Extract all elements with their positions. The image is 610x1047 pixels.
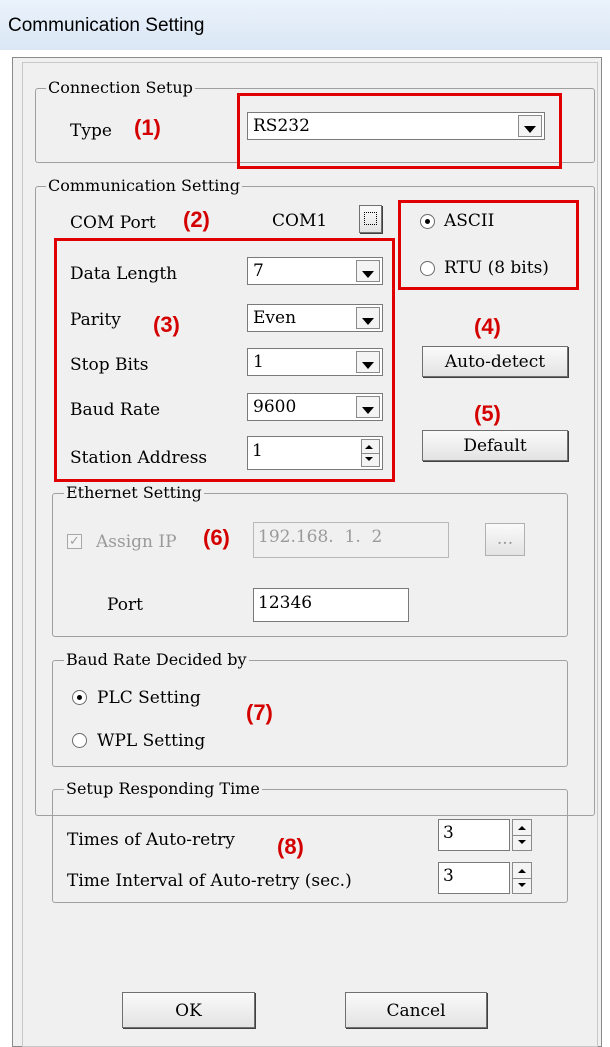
chevron-down-icon[interactable] <box>356 396 380 418</box>
annotation-3: (3) <box>153 312 180 337</box>
rtu-radio[interactable] <box>420 261 435 276</box>
assign-ip-label: Assign IP <box>96 532 177 552</box>
communication-setting-legend: Communication Setting <box>46 176 242 195</box>
default-button[interactable]: Default <box>422 430 568 461</box>
chevron-down-icon[interactable] <box>356 351 380 373</box>
port-value: 12346 <box>258 593 313 613</box>
plc-setting-radio[interactable] <box>72 690 87 705</box>
annotation-2: (2) <box>183 207 210 232</box>
com-port-value: COM1 <box>272 211 328 231</box>
title-bar: Communication Setting <box>0 0 610 50</box>
annotation-1: (1) <box>134 115 161 140</box>
connection-setup-legend: Connection Setup <box>46 78 195 97</box>
station-address-label: Station Address <box>70 448 208 468</box>
rtu-radio-label: RTU (8 bits) <box>444 258 549 278</box>
type-dropdown[interactable]: RS232 <box>247 112 545 140</box>
baud-rate-dropdown[interactable]: 9600 <box>247 393 383 421</box>
auto-retry-value: 3 <box>443 823 454 843</box>
ip-browse-button[interactable]: ... <box>485 523 525 556</box>
window-title: Communication Setting <box>8 15 205 36</box>
time-interval-field[interactable]: 3 <box>438 862 510 894</box>
cancel-button[interactable]: Cancel <box>345 992 487 1028</box>
wpl-setting-radio[interactable] <box>72 733 87 748</box>
annotation-8: (8) <box>277 834 304 859</box>
annotation-6: (6) <box>203 525 230 550</box>
stop-bits-label: Stop Bits <box>70 355 149 375</box>
responding-time-legend: Setup Responding Time <box>64 779 262 798</box>
com-port-label: COM Port <box>70 213 156 233</box>
port-label: Port <box>107 595 143 615</box>
chevron-down-icon[interactable] <box>356 307 380 329</box>
ip-address-field[interactable]: 192.168. 1. 2 <box>253 522 449 558</box>
auto-retry-label: Times of Auto-retry <box>67 830 235 850</box>
time-interval-spin-icon[interactable] <box>512 862 532 894</box>
parity-dropdown[interactable]: Even <box>247 304 383 332</box>
annotation-7: (7) <box>246 700 273 725</box>
auto-detect-button[interactable]: Auto-detect <box>422 346 568 377</box>
data-length-label: Data Length <box>70 264 178 284</box>
data-length-value: 7 <box>253 261 264 281</box>
type-label: Type <box>70 121 112 141</box>
time-interval-value: 3 <box>443 866 454 886</box>
station-address-spinner[interactable]: 1 <box>247 436 383 470</box>
spin-arrows-icon[interactable] <box>361 439 380 467</box>
auto-retry-field[interactable]: 3 <box>438 819 510 851</box>
chevron-down-icon[interactable] <box>518 115 542 137</box>
station-address-value: 1 <box>252 441 263 461</box>
auto-retry-spin-icon[interactable] <box>512 819 532 851</box>
stop-bits-value: 1 <box>253 352 264 372</box>
parity-value: Even <box>253 308 297 328</box>
ascii-radio-label: ASCII <box>444 211 495 231</box>
plc-setting-label: PLC Setting <box>97 688 201 708</box>
dotted-box-icon <box>364 212 377 225</box>
ascii-radio[interactable] <box>420 214 435 229</box>
ip-address-value: 192.168. 1. 2 <box>258 527 383 547</box>
parity-label: Parity <box>70 310 121 330</box>
data-length-dropdown[interactable]: 7 <box>247 257 383 285</box>
chevron-down-icon[interactable] <box>356 260 380 282</box>
ok-button[interactable]: OK <box>122 992 255 1028</box>
assign-ip-checkbox[interactable]: ✓ <box>67 534 82 549</box>
ethernet-setting-legend: Ethernet Setting <box>64 483 204 502</box>
type-dropdown-value: RS232 <box>253 116 310 136</box>
stop-bits-dropdown[interactable]: 1 <box>247 348 383 376</box>
baud-rate-value: 9600 <box>253 397 297 417</box>
annotation-4: (4) <box>474 314 501 339</box>
com-port-browse-button[interactable] <box>359 205 382 233</box>
baud-rate-decided-legend: Baud Rate Decided by <box>64 650 249 669</box>
time-interval-label: Time Interval of Auto-retry (sec.) <box>67 871 352 891</box>
wpl-setting-label: WPL Setting <box>97 731 206 751</box>
annotation-5: (5) <box>474 401 501 426</box>
baud-rate-label: Baud Rate <box>70 400 161 420</box>
port-field[interactable]: 12346 <box>253 588 409 622</box>
